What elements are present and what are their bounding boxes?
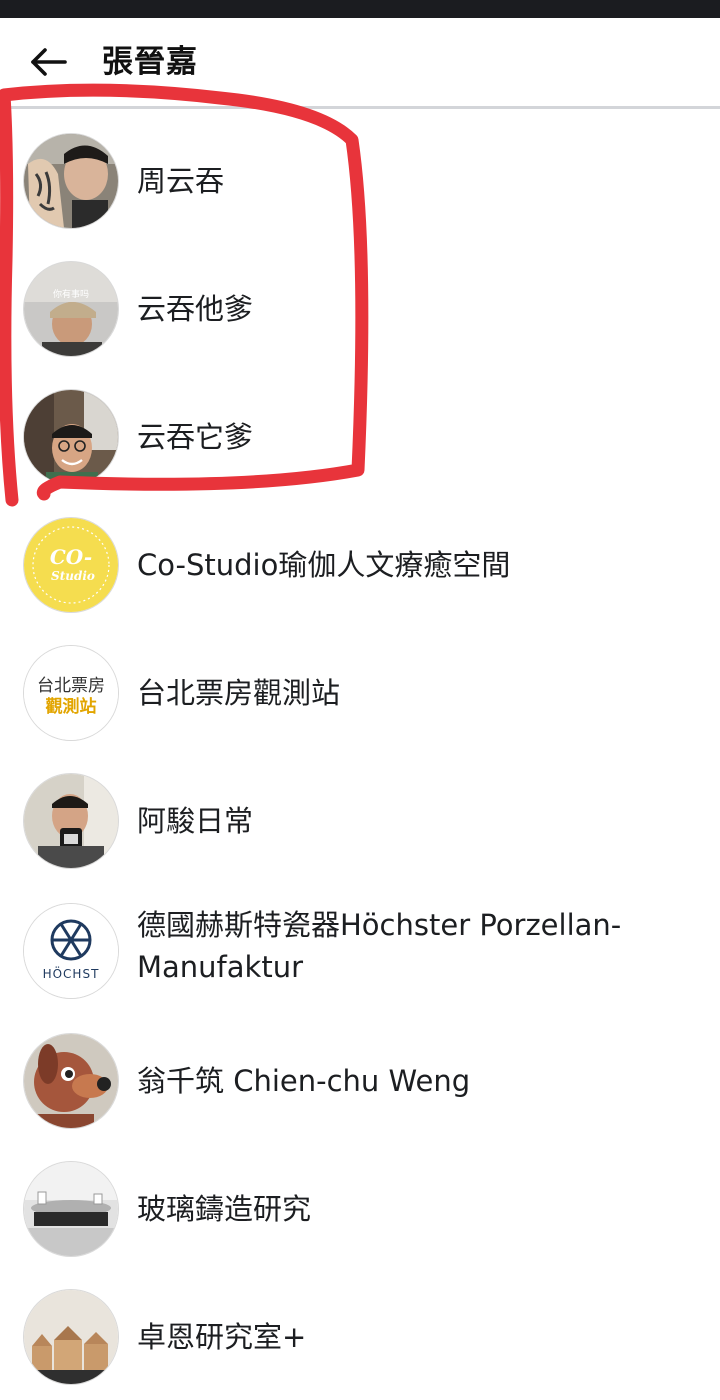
header-divider <box>0 106 720 109</box>
contact-row[interactable]: 卓恩研究室+ <box>0 1272 720 1400</box>
contact-row[interactable]: HÖCHST 德國赫斯特瓷器Höchster Porzellan-Manufak… <box>0 884 720 1012</box>
svg-text:Studio: Studio <box>51 569 95 583</box>
svg-text:台北票房: 台北票房 <box>37 676 105 696</box>
contact-row[interactable]: 台北票房 觀測站 台北票房觀測站 <box>0 628 720 756</box>
contact-row[interactable]: 云吞它爹 <box>0 372 720 500</box>
contact-name: Co-Studio瑜伽人文療癒空間 <box>137 548 511 582</box>
contact-row[interactable]: 阿駿日常 <box>0 756 720 884</box>
contact-row[interactable]: 你有事吗 云吞他爹 <box>0 244 720 372</box>
contact-row[interactable]: 翁千筑 Chien-chu Weng <box>0 1016 720 1144</box>
avatar: CO- Studio <box>24 518 118 612</box>
contact-name: 卓恩研究室+ <box>137 1320 307 1354</box>
avatar <box>24 1290 118 1384</box>
avatar <box>24 134 118 228</box>
back-button[interactable] <box>24 40 72 84</box>
contact-name: 云吞他爹 <box>137 292 254 326</box>
avatar <box>24 1162 118 1256</box>
contact-name: 翁千筑 Chien-chu Weng <box>137 1064 471 1098</box>
arrow-left-icon <box>31 48 67 76</box>
contact-name: 阿駿日常 <box>137 804 254 838</box>
status-bar <box>0 0 720 18</box>
svg-text:你有事吗: 你有事吗 <box>53 288 89 300</box>
contact-row[interactable]: CO- Studio Co-Studio瑜伽人文療癒空間 <box>0 500 720 628</box>
header-bar: 張晉嘉 <box>0 18 720 106</box>
avatar: 台北票房 觀測站 <box>24 646 118 740</box>
contact-name: 玻璃鑄造研究 <box>137 1192 312 1226</box>
contact-name: 台北票房觀測站 <box>137 676 341 710</box>
avatar: HÖCHST <box>24 904 118 998</box>
svg-text:CO-: CO- <box>50 545 92 569</box>
contact-name: 云吞它爹 <box>137 420 254 454</box>
svg-text:HÖCHST: HÖCHST <box>43 965 100 981</box>
contact-row[interactable]: 玻璃鑄造研究 <box>0 1144 720 1272</box>
page-title: 張晉嘉 <box>102 44 198 80</box>
avatar <box>24 390 118 484</box>
contact-name: 周云吞 <box>137 164 225 198</box>
avatar <box>24 1034 118 1128</box>
contact-name: 德國赫斯特瓷器Höchster Porzellan-Manufaktur <box>137 908 622 984</box>
svg-text:觀測站: 觀測站 <box>46 696 97 717</box>
avatar: 你有事吗 <box>24 262 118 356</box>
contact-row[interactable]: 周云吞 <box>0 116 720 244</box>
avatar <box>24 774 118 868</box>
